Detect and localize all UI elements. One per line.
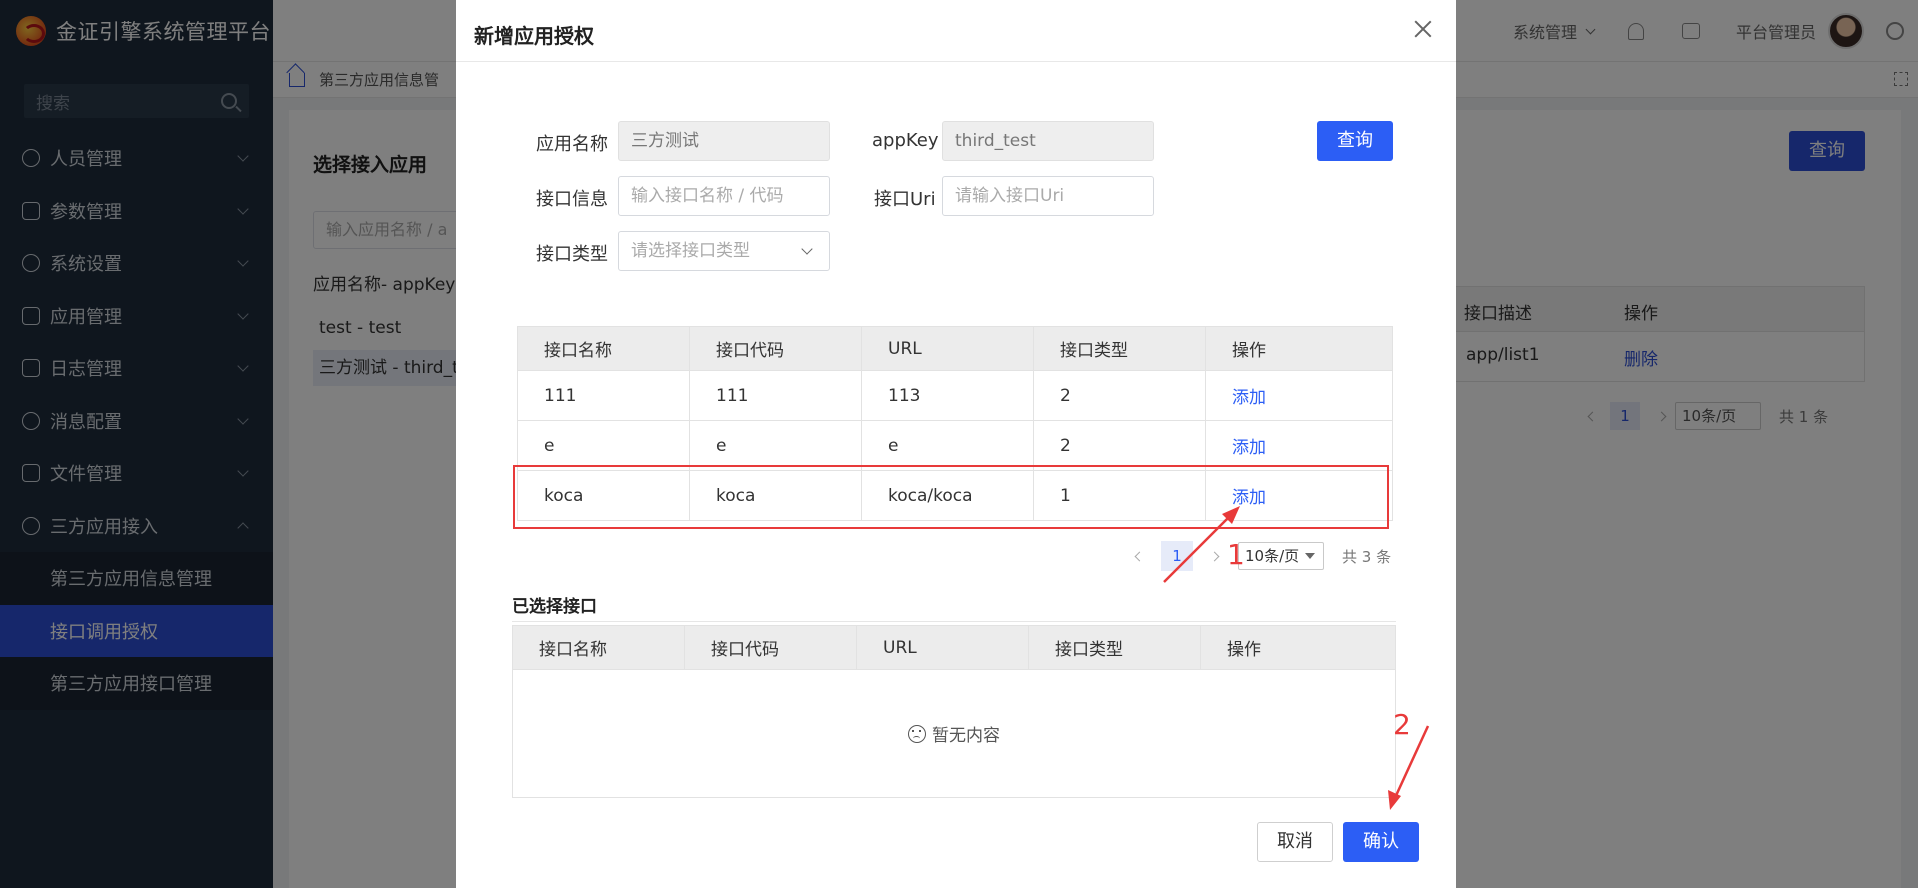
annotation-step-2: 2 — [1393, 708, 1411, 741]
table-cell: 111 — [518, 371, 690, 420]
confirm-button[interactable]: 确认 — [1343, 822, 1419, 862]
api-uri-label: 接口Uri — [874, 189, 936, 210]
cancel-button[interactable]: 取消 — [1257, 822, 1333, 862]
column-header: 接口代码 — [690, 327, 862, 370]
chevron-down-icon — [801, 243, 813, 255]
divider — [512, 621, 1396, 622]
table-header: 接口名称 接口代码 URL 接口类型 操作 — [513, 625, 1395, 670]
table-cell: 113 — [862, 371, 1034, 420]
column-header: URL — [857, 626, 1029, 669]
dialog-header: 新增应用授权 — [456, 0, 1456, 62]
total-count: 共 3 条 — [1342, 547, 1392, 566]
add-link[interactable]: 添加 — [1206, 421, 1392, 470]
appkey-field: third_test — [942, 121, 1154, 161]
table-cell: e — [690, 421, 862, 470]
chevron-left-icon[interactable] — [1134, 551, 1145, 561]
column-header: 接口名称 — [513, 626, 685, 669]
add-link[interactable]: 添加 — [1206, 371, 1392, 420]
sad-face-icon — [908, 724, 926, 743]
table-row: e e e 2 添加 — [518, 421, 1392, 471]
annotation-step-1: 1 — [1227, 538, 1245, 571]
page-size-select[interactable]: 10条/页 — [1238, 542, 1324, 570]
add-authorization-dialog: 新增应用授权 应用名称 三方测试 appKey third_test 查询 接口… — [456, 0, 1456, 888]
api-type-select[interactable]: 请选择接口类型 — [618, 231, 830, 271]
empty-state: 暂无内容 — [512, 670, 1396, 798]
table-cell: e — [518, 421, 690, 470]
column-header: 接口名称 — [518, 327, 690, 370]
column-header: 操作 — [1227, 640, 1261, 660]
table-cell: 2 — [1034, 371, 1206, 420]
query-button[interactable]: 查询 — [1317, 121, 1393, 161]
api-type-placeholder: 请选择接口类型 — [631, 241, 750, 261]
app-name-label: 应用名称 — [536, 134, 608, 155]
app-name-field: 三方测试 — [618, 121, 830, 161]
api-type-label: 接口类型 — [536, 244, 608, 265]
column-header: 操作 — [1232, 341, 1266, 361]
table-cell: e — [862, 421, 1034, 470]
selected-table: 接口名称 接口代码 URL 接口类型 操作 — [512, 625, 1396, 670]
column-header: 接口类型 — [1034, 327, 1206, 370]
close-icon[interactable] — [1414, 20, 1432, 38]
table-cell: 2 — [1034, 421, 1206, 470]
dialog-title: 新增应用授权 — [474, 24, 594, 48]
column-header: 接口代码 — [685, 626, 857, 669]
chevron-right-icon[interactable] — [1209, 551, 1220, 561]
pagination: 1 10条/页 共 3 条 — [1134, 541, 1392, 571]
api-info-label: 接口信息 — [536, 189, 608, 210]
column-header: 接口类型 — [1029, 626, 1201, 669]
api-info-input[interactable]: 输入接口名称 / 代码 — [618, 176, 830, 216]
table-header: 接口名称 接口代码 URL 接口类型 操作 — [518, 326, 1392, 371]
table-row: 111 111 113 2 添加 — [518, 371, 1392, 421]
table-cell: 111 — [690, 371, 862, 420]
column-header: URL — [862, 327, 1034, 370]
appkey-label: appKey — [872, 130, 939, 151]
highlight-box — [513, 465, 1389, 529]
empty-text: 暂无内容 — [932, 726, 1000, 746]
selected-section-title: 已选择接口 — [512, 597, 597, 617]
page-number[interactable]: 1 — [1161, 541, 1193, 571]
api-uri-input[interactable]: 请输入接口Uri — [942, 176, 1154, 216]
